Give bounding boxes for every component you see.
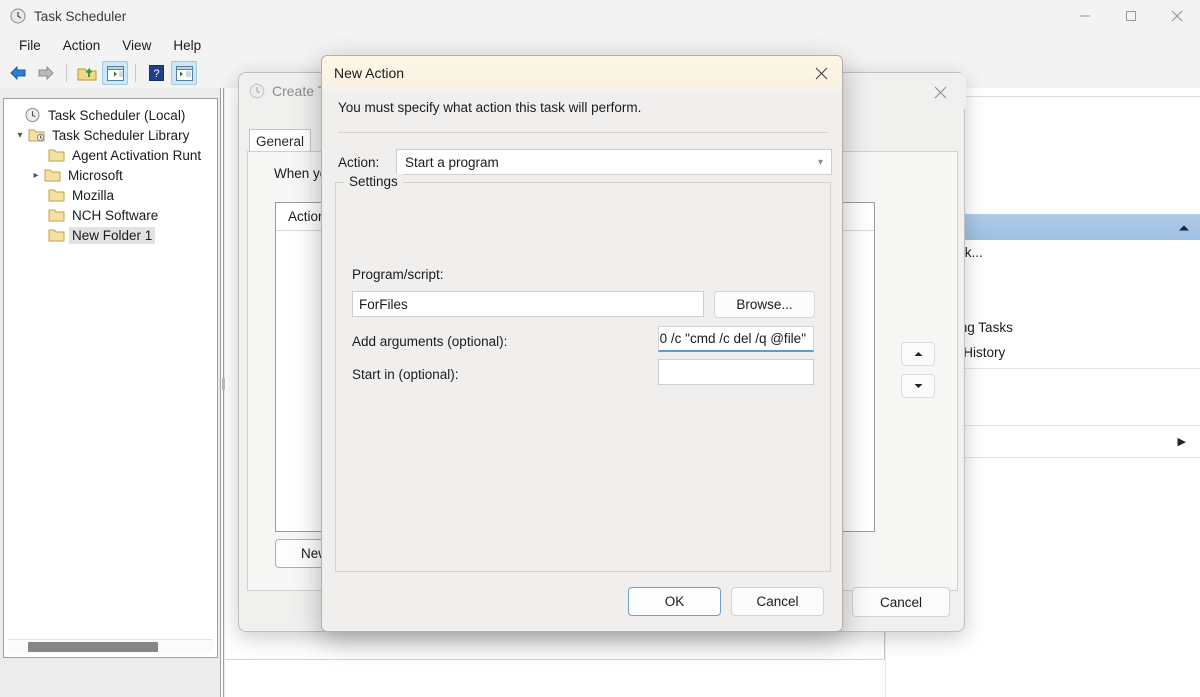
program-script-value: ForFiles — [359, 297, 408, 312]
new-action-titlebar: New Action — [322, 56, 842, 90]
chevron-right-icon: ▶ — [1178, 435, 1186, 448]
svg-text:?: ? — [153, 68, 159, 80]
chevron-down-icon: ▾ — [818, 157, 823, 168]
move-down-button[interactable] — [901, 374, 935, 398]
close-icon — [934, 86, 947, 99]
folder-icon — [48, 187, 65, 203]
help-button[interactable]: ? — [143, 61, 169, 85]
program-script-label: Program/script: — [352, 267, 444, 282]
tree-list: Task Scheduler (Local) ▾ Task Scheduler … — [4, 99, 217, 245]
menu-action[interactable]: Action — [52, 35, 112, 56]
folder-icon — [48, 227, 65, 243]
action-pane-icon — [176, 66, 193, 81]
tree-item-mozilla[interactable]: Mozilla — [4, 185, 217, 205]
window-title: Task Scheduler — [34, 9, 126, 24]
window-titlebar: Task Scheduler — [0, 0, 1200, 32]
action-type-value: Start a program — [405, 155, 499, 170]
tree-expander-expanded-icon[interactable]: ▾ — [12, 130, 28, 141]
browse-button[interactable]: Browse... — [714, 291, 815, 318]
program-script-input[interactable]: ForFiles — [352, 291, 704, 317]
new-action-subtitle: You must specify what action this task w… — [338, 100, 641, 115]
folder-up-icon — [77, 65, 97, 82]
back-button[interactable] — [5, 61, 31, 85]
triangle-up-icon — [914, 351, 923, 357]
create-task-cancel-button[interactable]: Cancel — [852, 587, 950, 617]
minimize-button[interactable] — [1062, 0, 1108, 32]
tree-item-label: New Folder 1 — [69, 227, 155, 244]
cancel-button[interactable]: Cancel — [731, 587, 824, 616]
clock-icon — [249, 83, 265, 99]
new-action-divider — [338, 132, 828, 133]
tree-item-agent-activation-runtime[interactable]: Agent Activation Runt — [4, 145, 217, 165]
clock-icon — [10, 8, 26, 24]
splitter-bar — [220, 88, 224, 697]
action-type-select[interactable]: Start a program ▾ — [396, 149, 832, 175]
new-action-title: New Action — [334, 65, 404, 81]
arrow-left-icon — [8, 65, 28, 81]
scrollbar-thumb[interactable] — [28, 642, 158, 652]
add-arguments-input[interactable]: 30 /c "cmd /c del /q @file" — [658, 326, 814, 352]
forward-button[interactable] — [33, 61, 59, 85]
tree-expander-collapsed-icon[interactable]: ▸ — [28, 170, 44, 181]
close-icon — [815, 67, 828, 80]
create-task-close-button[interactable] — [926, 81, 954, 103]
maximize-icon — [1125, 10, 1137, 22]
arrow-right-icon — [36, 65, 56, 81]
action-type-row: Action: Start a program ▾ — [338, 148, 832, 176]
tree-item-new-folder-1[interactable]: New Folder 1 — [4, 225, 217, 245]
action-type-label: Action: — [338, 155, 396, 170]
maximize-button[interactable] — [1108, 0, 1154, 32]
up-one-level-button[interactable] — [74, 61, 100, 85]
new-action-dialog: New Action You must specify what action … — [321, 55, 843, 632]
clock-icon — [24, 107, 41, 123]
add-arguments-label: Add arguments (optional): — [352, 334, 507, 349]
tab-general[interactable]: General — [249, 129, 311, 153]
toolbar-separator — [135, 64, 136, 82]
chevron-up-icon[interactable] — [1178, 220, 1190, 235]
minimize-icon — [1079, 10, 1091, 22]
toolbar-separator — [66, 64, 67, 82]
tree-item-nch-software[interactable]: NCH Software — [4, 205, 217, 225]
new-action-close-button[interactable] — [808, 62, 834, 84]
library-folder-icon — [28, 127, 45, 143]
start-in-label: Start in (optional): — [352, 367, 459, 382]
menu-help[interactable]: Help — [162, 35, 212, 56]
console-tree-icon — [107, 66, 124, 81]
menu-view[interactable]: View — [111, 35, 162, 56]
tree-item-task-scheduler-library[interactable]: ▾ Task Scheduler Library — [4, 125, 217, 145]
folder-icon — [44, 167, 61, 183]
move-buttons — [901, 342, 935, 398]
show-hide-action-pane-button[interactable] — [171, 61, 197, 85]
create-task-description: When yo — [274, 166, 327, 181]
start-in-input[interactable] — [658, 359, 814, 385]
folder-icon — [48, 147, 65, 163]
move-up-button[interactable] — [901, 342, 935, 366]
tree-item-microsoft[interactable]: ▸ Microsoft — [4, 165, 217, 185]
task-scheduler-window: Task Scheduler File Action View Help — [0, 0, 1200, 697]
folder-icon — [48, 207, 65, 223]
close-button[interactable] — [1154, 0, 1200, 32]
tree-item-label: Microsoft — [65, 167, 126, 184]
window-controls — [1062, 0, 1200, 32]
console-tree-panel: Task Scheduler (Local) ▾ Task Scheduler … — [3, 98, 218, 658]
settings-group-label: Settings — [344, 174, 403, 189]
show-hide-console-tree-button[interactable] — [102, 61, 128, 85]
tree-item-label: NCH Software — [69, 207, 161, 224]
help-icon: ? — [149, 65, 164, 81]
tree-item-label: Mozilla — [69, 187, 117, 204]
menu-file[interactable]: File — [8, 35, 52, 56]
close-icon — [1171, 10, 1183, 22]
add-arguments-value: 30 /c "cmd /c del /q @file" — [658, 331, 806, 346]
tree-item-task-scheduler-local[interactable]: Task Scheduler (Local) — [4, 105, 217, 125]
tree-item-label: Task Scheduler Library — [49, 127, 192, 144]
column-header-action: Action — [276, 209, 326, 224]
triangle-down-icon — [914, 383, 923, 389]
tree-item-label: Task Scheduler (Local) — [45, 107, 188, 124]
ok-button[interactable]: OK — [628, 587, 721, 616]
tree-item-label: Agent Activation Runt — [69, 147, 204, 164]
tree-horizontal-scrollbar[interactable] — [8, 639, 213, 653]
task-list-footer — [225, 659, 885, 697]
